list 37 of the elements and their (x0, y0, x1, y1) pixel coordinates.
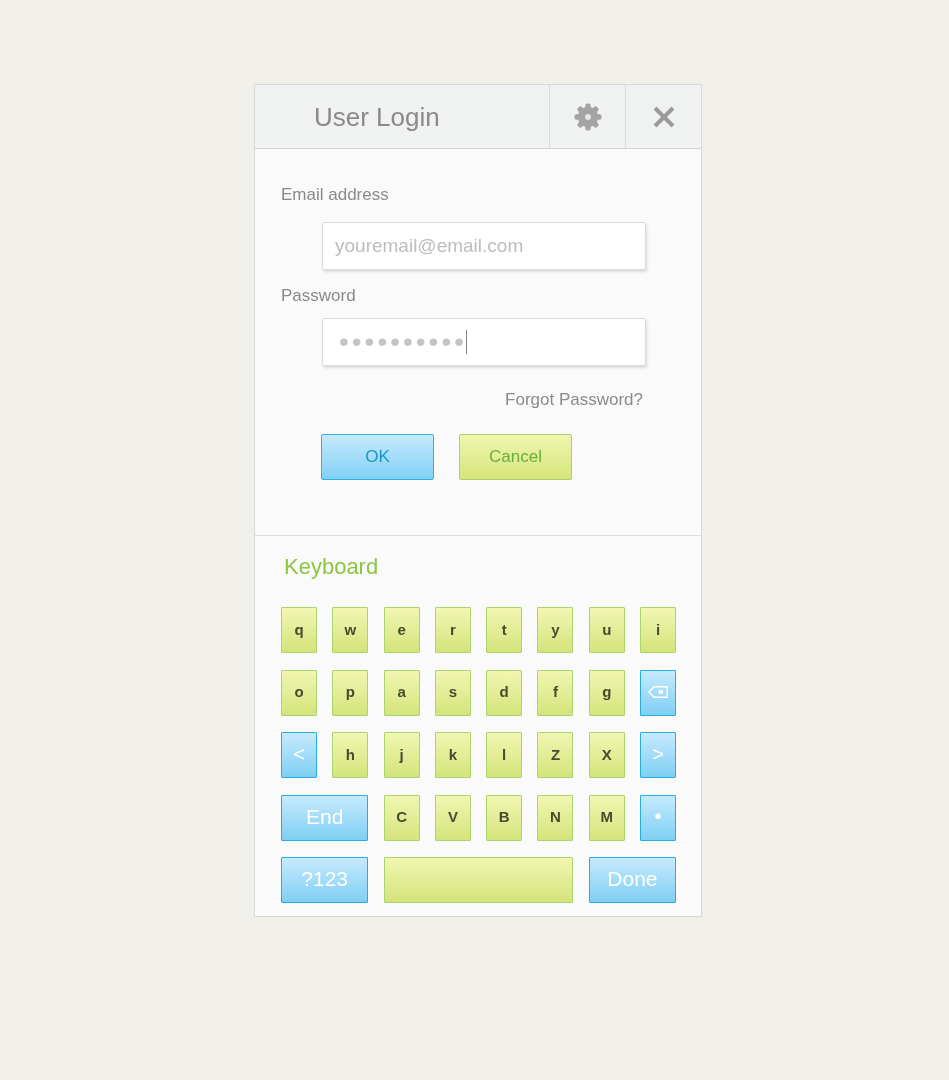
keyboard-key[interactable]: k (434, 732, 471, 778)
keyboard-key[interactable]: t (486, 607, 523, 653)
window-title: User Login (314, 101, 440, 132)
keyboard-key[interactable]: j (383, 732, 420, 778)
keyboard-key[interactable]: B (486, 794, 523, 841)
settings-icon (573, 102, 602, 131)
keyboard-key[interactable]: g (588, 669, 625, 716)
keyboard-key[interactable]: w (332, 607, 369, 653)
keyboard-key[interactable]: o (281, 669, 317, 716)
keyboard-key[interactable]: f (537, 669, 574, 716)
keyboard-heading: Keyboard (284, 554, 379, 580)
keyboard-key[interactable]: Z (537, 732, 574, 778)
backspace-icon (648, 685, 669, 698)
keyboard-key[interactable]: a (383, 669, 420, 716)
text-cursor-icon (466, 330, 468, 354)
keyboard-key[interactable]: l (486, 732, 523, 778)
keyboard-key[interactable]: i (640, 607, 677, 653)
keyboard-key[interactable]: y (537, 607, 574, 653)
keyboard-key[interactable]: q (281, 607, 317, 653)
email-field[interactable]: youremail@email.com (322, 222, 646, 270)
keyboard-key[interactable]: p (332, 669, 369, 716)
keyboard-key[interactable]: C (383, 794, 420, 841)
keyboard-key[interactable]: d (486, 669, 523, 716)
keyboard-key[interactable]: h (332, 732, 369, 778)
password-label: Password (281, 286, 356, 306)
keyboard-key[interactable]: e (383, 607, 420, 653)
keyboard-key[interactable]: N (537, 794, 574, 841)
keyboard-key[interactable]: s (434, 669, 471, 716)
keyboard-key[interactable]: V (434, 794, 471, 841)
keyboard-key[interactable]: M (588, 794, 625, 841)
backspace-key[interactable] (640, 669, 677, 716)
keyboard-key[interactable]: r (434, 607, 471, 653)
keyboard-key[interactable]: X (588, 732, 625, 778)
keyboard-key[interactable]: u (588, 607, 625, 653)
space-bar-key[interactable] (383, 857, 574, 903)
email-label: Email address (281, 185, 389, 205)
close-icon (652, 105, 675, 128)
